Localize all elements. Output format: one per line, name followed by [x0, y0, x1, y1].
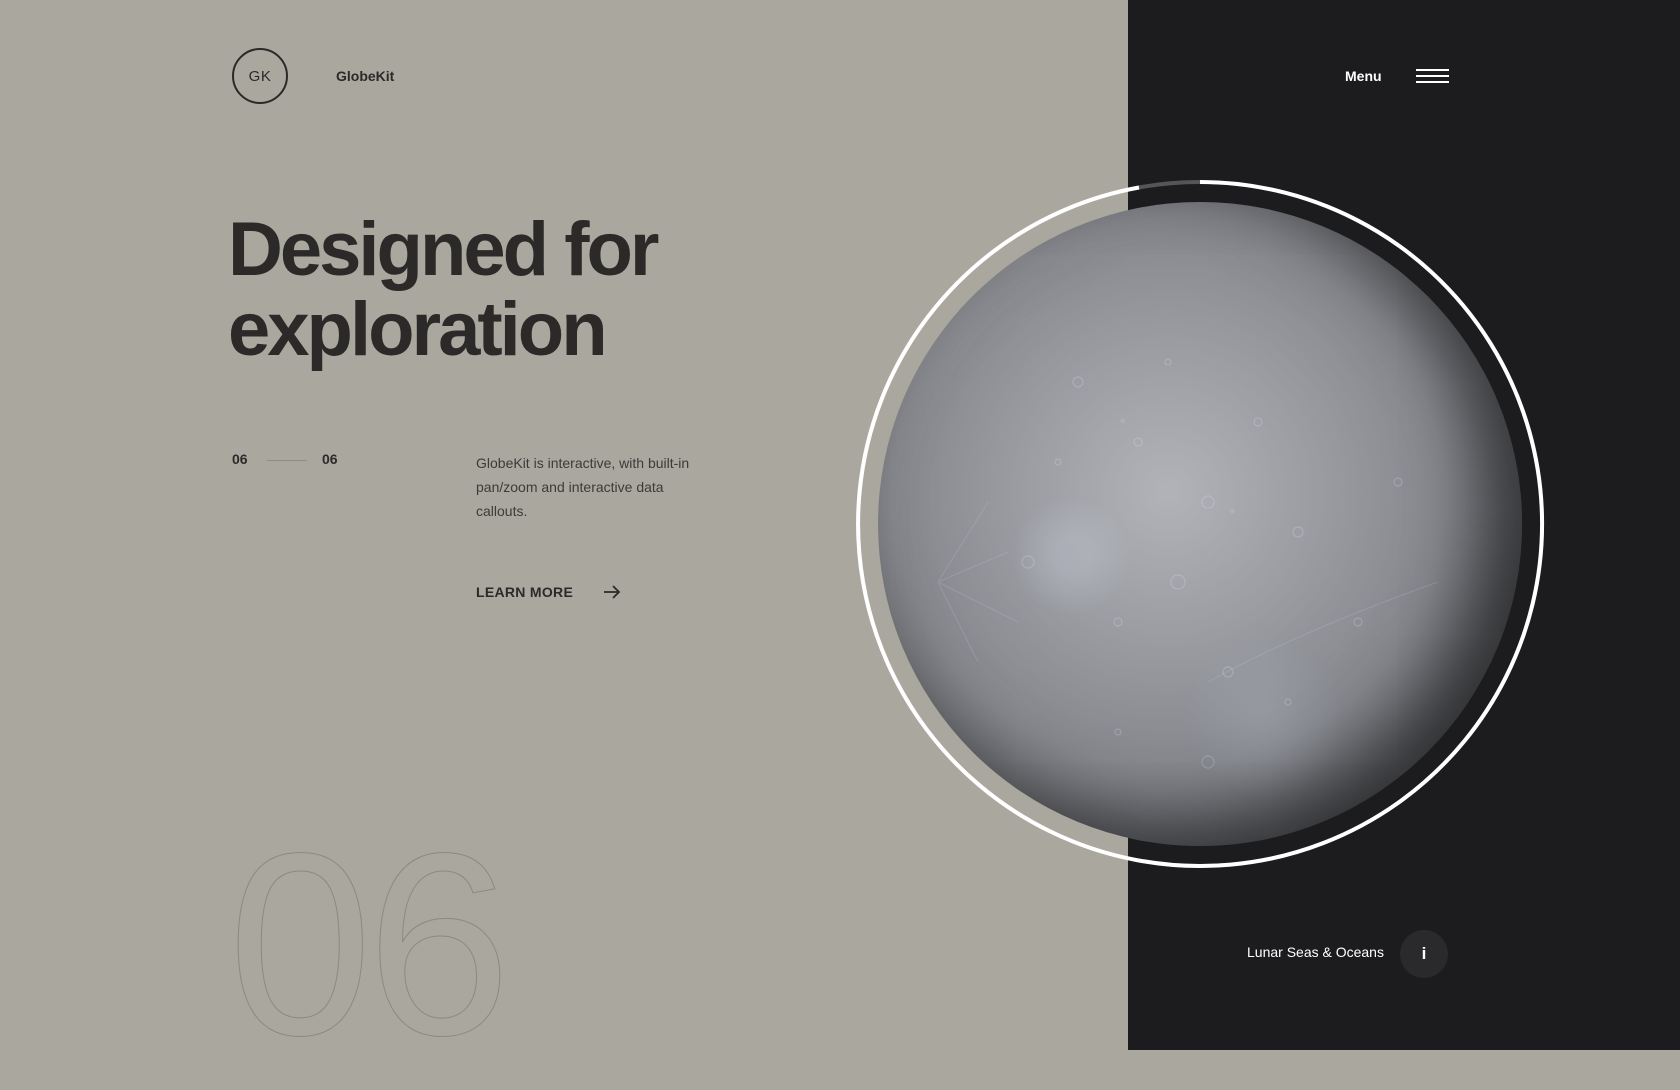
slide-counter-total: 06 [322, 451, 338, 467]
slide-counter-current: 06 [232, 451, 248, 467]
globe[interactable] [854, 178, 1546, 870]
hamburger-icon[interactable] [1416, 69, 1449, 84]
orbit-ring [856, 180, 1545, 868]
title-line-2: exploration [228, 287, 608, 372]
brand-name[interactable]: GlobeKit [336, 68, 394, 84]
arrow-right-icon [604, 585, 621, 599]
logo-text: GK [248, 67, 272, 85]
learn-more-label: LEARN MORE [476, 584, 574, 600]
globe-caption: Lunar Seas & Oceans [1247, 944, 1384, 960]
title-line-1: Designed for [228, 207, 659, 292]
big-slide-number: 06 [227, 800, 511, 1090]
page-title: Designed for exploration [228, 210, 788, 370]
logo[interactable]: GK [232, 48, 288, 104]
hero-description: GlobeKit is interactive, with built-in p… [476, 455, 690, 519]
slide-counter-divider [267, 460, 307, 461]
learn-more-link[interactable]: LEARN MORE [476, 584, 621, 600]
info-button[interactable]: i [1400, 930, 1448, 978]
info-icon: i [1421, 944, 1427, 963]
menu-label[interactable]: Menu [1345, 68, 1382, 84]
